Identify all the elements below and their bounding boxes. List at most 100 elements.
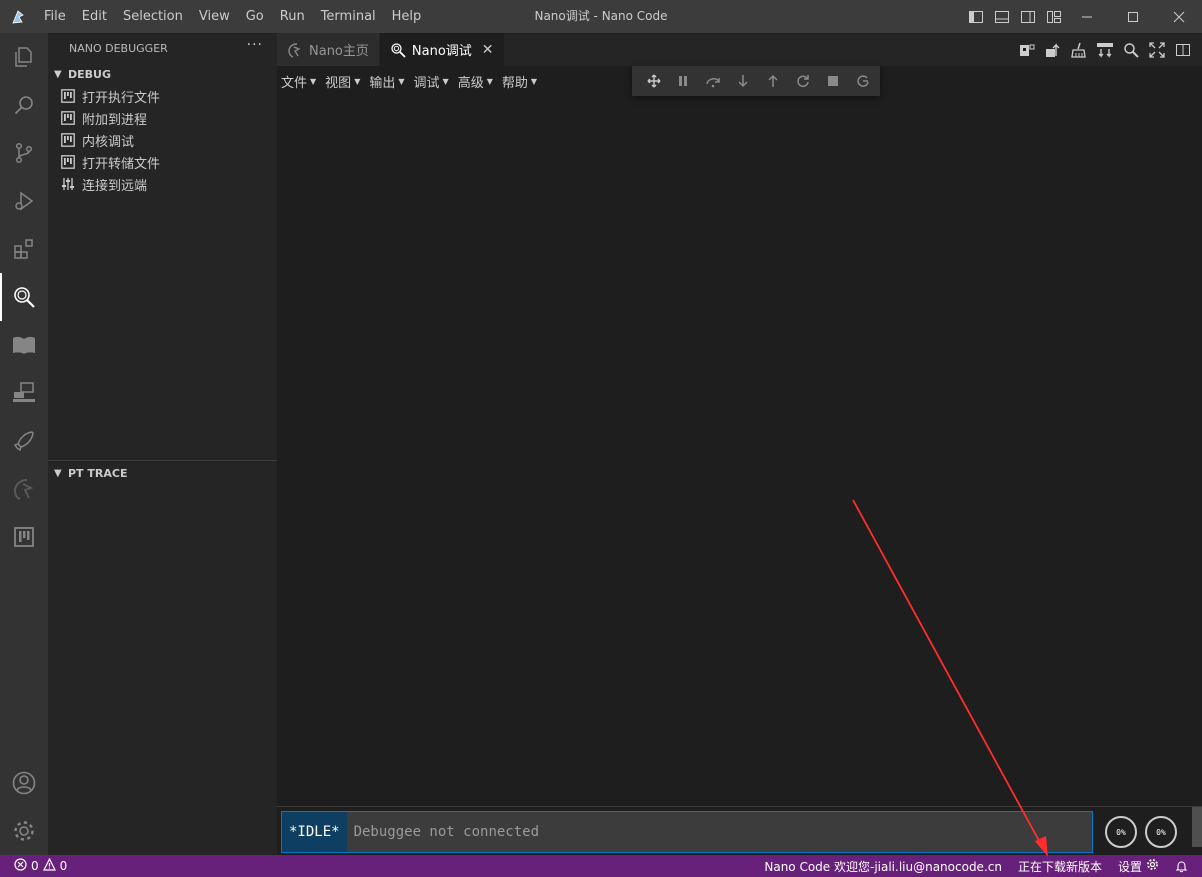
zoom-search-icon[interactable] (1122, 41, 1140, 59)
memory-usage-gauge: 0% (1145, 816, 1177, 848)
clean-action-icon[interactable] (1070, 41, 1088, 59)
kanban-icon (60, 110, 76, 126)
extensions-icon[interactable] (0, 225, 48, 273)
menu-terminal[interactable]: Terminal (313, 0, 384, 33)
chevron-down-icon: ▼ (54, 467, 62, 479)
toggle-panel-icon[interactable] (994, 9, 1010, 25)
remote-icon[interactable] (0, 369, 48, 417)
nano-logo-icon (287, 42, 303, 58)
title-bar: File Edit Selection View Go Run Terminal… (0, 0, 1202, 33)
tab-nano-home[interactable]: Nano主页 (277, 33, 380, 66)
menu-go[interactable]: Go (238, 0, 272, 33)
nano-logo-icon[interactable] (0, 465, 48, 513)
nano-menu-label: 帮助 (501, 75, 528, 91)
tree-item-label: 打开转储文件 (82, 156, 161, 172)
nano-menu-debug[interactable]: 调试 ▼ (410, 72, 454, 91)
book-icon[interactable] (0, 321, 48, 369)
settings-gear-icon[interactable] (0, 807, 48, 855)
tree-item-open-executable[interactable]: 打开执行文件 (48, 85, 277, 107)
account-icon[interactable] (0, 759, 48, 807)
kanban-icon (60, 132, 76, 148)
upload-action-icon[interactable] (1044, 41, 1062, 59)
move-grip-icon[interactable] (640, 69, 668, 93)
app-logo-icon (0, 0, 36, 33)
minimize-button[interactable] (1064, 0, 1110, 33)
rocket-icon[interactable] (0, 417, 48, 465)
nano-menu-label: 输出 (369, 75, 396, 91)
debugger-state-badge: *IDLE* (282, 812, 347, 852)
menu-view[interactable]: View (191, 0, 238, 33)
menu-file[interactable]: File (36, 0, 74, 33)
restart-icon[interactable] (788, 69, 818, 93)
fullscreen-icon[interactable] (1148, 41, 1166, 59)
debugger-status-message: Debuggee not connected (353, 824, 540, 840)
toggle-secondary-sidebar-icon[interactable] (1020, 9, 1036, 25)
gear-icon (1146, 858, 1159, 874)
menu-selection[interactable]: Selection (115, 0, 191, 33)
step-over-icon[interactable] (698, 69, 728, 93)
nano-debugger-icon[interactable] (0, 273, 48, 321)
close-tab-icon[interactable]: ✕ (482, 42, 494, 58)
toggle-primary-sidebar-icon[interactable] (968, 9, 984, 25)
split-editor-icon[interactable] (1174, 41, 1192, 59)
menu-run[interactable]: Run (272, 0, 313, 33)
chevron-down-icon: ▼ (54, 68, 62, 80)
layout-action-icon[interactable] (1018, 41, 1036, 59)
caret-down-icon: ▼ (486, 76, 493, 86)
pt-trace-section: ▼ PT TRACE (48, 460, 277, 484)
stop-icon[interactable] (818, 69, 848, 93)
cpu-usage-gauge: 0% (1105, 816, 1137, 848)
explorer-icon[interactable] (0, 33, 48, 81)
nano-menu-label: 视图 (325, 75, 352, 91)
welcome-user-text[interactable]: Nano Code 欢迎您-jiali.liu@nanocode.cn (756, 858, 1010, 875)
caret-down-icon: ▼ (398, 76, 405, 86)
status-bar-right: Nano Code 欢迎您-jiali.liu@nanocode.cn 正在下载… (756, 855, 1202, 877)
tab-label: Nano调试 (411, 44, 472, 59)
nano-menu-help[interactable]: 帮助 ▼ (498, 72, 542, 91)
layout-controls (968, 0, 1062, 33)
disconnect-icon[interactable] (848, 69, 878, 93)
pause-icon[interactable] (668, 69, 698, 93)
settings-status-item[interactable]: 设置 (1110, 858, 1167, 875)
search-icon[interactable] (0, 81, 48, 129)
nano-menu-view[interactable]: 视图 ▼ (321, 72, 365, 91)
run-debug-icon[interactable] (0, 177, 48, 225)
menu-edit[interactable]: Edit (74, 0, 115, 33)
close-window-button[interactable] (1156, 0, 1202, 33)
tree-item-kernel-debug[interactable]: 内核调试 (48, 129, 277, 151)
caret-down-icon: ▼ (354, 76, 361, 86)
caret-down-icon: ▼ (442, 76, 449, 86)
nano-debugger-icon (390, 42, 406, 58)
pt-trace-section-header[interactable]: ▼ PT TRACE (48, 462, 277, 484)
downloading-update-text[interactable]: 正在下载新版本 (1010, 858, 1110, 875)
panel-scrollbar[interactable] (1192, 807, 1202, 847)
tree-item-label: 附加到进程 (82, 112, 148, 128)
tree-item-attach-process[interactable]: 附加到进程 (48, 107, 277, 129)
problems-indicator[interactable]: 0 0 (0, 857, 67, 874)
step-into-icon[interactable] (728, 69, 758, 93)
debug-section-header[interactable]: ▼ DEBUG (48, 63, 277, 85)
debug-section-label: DEBUG (68, 67, 111, 81)
tree-item-connect-remote[interactable]: 连接到远端 (48, 173, 277, 195)
status-bar: 0 0 Nano Code 欢迎您-jiali.liu@nanocode.cn … (0, 855, 1202, 877)
command-input[interactable]: *IDLE* Debuggee not connected (281, 811, 1093, 853)
more-actions-icon[interactable]: ··· (247, 37, 263, 53)
kanban-icon[interactable] (0, 513, 48, 561)
source-control-icon[interactable] (0, 129, 48, 177)
nano-menu-output[interactable]: 输出 ▼ (365, 72, 409, 91)
customize-layout-icon[interactable] (1046, 9, 1062, 25)
nano-menu-file[interactable]: 文件 ▼ (277, 72, 321, 91)
nano-menu-bar: 文件 ▼ 视图 ▼ 输出 ▼ 调试 ▼ 高级 ▼ 帮助 ▼ (277, 66, 542, 96)
step-out-icon[interactable] (758, 69, 788, 93)
menu-help[interactable]: Help (384, 0, 430, 33)
window-controls (1064, 0, 1202, 33)
debug-toolbar (632, 66, 880, 96)
notifications-bell-icon[interactable] (1167, 860, 1202, 873)
burn-action-icon[interactable] (1096, 41, 1114, 59)
tree-item-open-dump[interactable]: 打开转储文件 (48, 151, 277, 173)
editor-tab-bar: Nano主页 Nano调试 ✕ (277, 33, 1202, 66)
nano-menu-label: 调试 (413, 75, 440, 91)
maximize-button[interactable] (1110, 0, 1156, 33)
nano-menu-advanced[interactable]: 高级 ▼ (454, 72, 498, 91)
tab-nano-debug[interactable]: Nano调试 ✕ (379, 33, 505, 66)
